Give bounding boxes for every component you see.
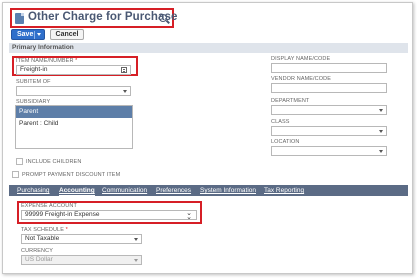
save-separator (34, 31, 35, 39)
tax-schedule-label: TAX SCHEDULE * (21, 227, 68, 233)
chevron-down-icon (134, 259, 138, 262)
item-name-label: ITEM NAME/NUMBER * (16, 58, 78, 64)
tab-system-information[interactable]: System Information (200, 185, 256, 196)
chevron-down-icon (123, 90, 127, 93)
subitem-of-label: SUBITEM OF (16, 79, 51, 85)
subitem-of-select[interactable] (16, 86, 131, 96)
expense-account-select[interactable]: 99999 Freight-in Expense ⌄ ⌄ (21, 210, 197, 221)
vendor-name-label: VENDOR NAME/CODE (271, 76, 331, 82)
tax-schedule-select[interactable]: Not Taxable (21, 234, 142, 244)
title-highlight: Other Charge for Purchase (10, 8, 178, 28)
subsidiary-option-parent-child[interactable]: Parent : Child (16, 118, 132, 130)
department-label: DEPARTMENT (271, 98, 310, 104)
class-select[interactable] (271, 126, 387, 136)
subsidiary-listbox[interactable]: Parent Parent : Child (15, 105, 133, 149)
search-icon[interactable] (159, 14, 167, 22)
location-select[interactable] (271, 146, 387, 156)
page-title: Other Charge for Purchase (28, 11, 178, 23)
include-children-checkbox[interactable] (16, 158, 23, 165)
display-name-field[interactable] (271, 63, 387, 73)
subsidiary-option-parent[interactable]: Parent (16, 106, 132, 118)
include-children-label: INCLUDE CHILDREN (26, 159, 82, 165)
chevron-down-icon[interactable] (37, 33, 41, 36)
currency-select: US Dollar (21, 255, 142, 265)
vendor-name-field[interactable] (271, 83, 387, 93)
section-header-primary-information[interactable]: Primary Information (9, 43, 408, 53)
record-icon (15, 13, 24, 24)
prompt-payment-discount-label: PROMPT PAYMENT DISCOUNT ITEM (22, 172, 121, 178)
chevron-down-icon (134, 238, 138, 241)
save-button-label: Save (17, 31, 34, 38)
class-label: CLASS (271, 119, 290, 125)
chevron-down-icon (379, 109, 383, 112)
department-select[interactable] (271, 105, 387, 115)
chevron-down-icon (379, 130, 383, 133)
item-name-field[interactable]: Freight-in (16, 65, 131, 75)
display-name-label: DISPLAY NAME/CODE (271, 56, 331, 62)
tab-communication[interactable]: Communication (102, 185, 147, 196)
save-button[interactable]: Save (11, 29, 45, 40)
subtab-bar: Purchasing Accounting Communication Pref… (9, 185, 408, 196)
tab-tax-reporting[interactable]: Tax Reporting (264, 185, 304, 196)
prompt-payment-discount-checkbox[interactable] (12, 171, 19, 178)
form-window: Other Charge for Purchase Save Cancel Pr… (2, 2, 413, 274)
tab-purchasing[interactable]: Purchasing (17, 185, 50, 196)
double-chevron-down-icon: ⌄ ⌄ (186, 210, 192, 221)
cancel-button[interactable]: Cancel (50, 29, 84, 40)
tab-preferences[interactable]: Preferences (156, 185, 191, 196)
expense-account-label: EXPENSE ACCOUNT (21, 203, 77, 209)
item-name-value: Freight-in (20, 66, 48, 73)
tab-accounting[interactable]: Accounting (59, 185, 95, 196)
list-icon[interactable] (121, 67, 127, 73)
location-label: LOCATION (271, 139, 300, 145)
currency-label: CURRENCY (21, 248, 53, 254)
chevron-down-icon (379, 150, 383, 153)
expense-account-value: 99999 Freight-in Expense (25, 211, 100, 218)
